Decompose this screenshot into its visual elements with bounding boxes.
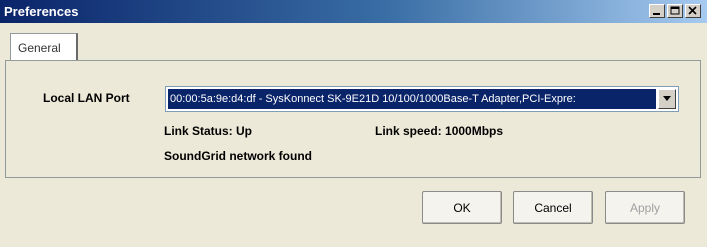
ok-button[interactable]: OK — [422, 191, 502, 224]
local-lan-port-select[interactable]: 00:00:5a:9e:d4:df - SysKonnect SK-9E21D … — [165, 86, 679, 112]
tab-general[interactable]: General — [10, 33, 78, 60]
preferences-window: Preferences General Local LAN Port 00:00… — [0, 0, 707, 247]
maximize-icon — [670, 6, 680, 15]
minimize-button[interactable] — [649, 4, 665, 18]
local-lan-port-value: 00:00:5a:9e:d4:df - SysKonnect SK-9E21D … — [168, 89, 656, 109]
network-status-text: SoundGrid network found — [164, 149, 312, 163]
link-speed-text: Link speed: 1000Mbps — [375, 124, 504, 138]
close-icon — [688, 6, 697, 15]
close-button[interactable] — [685, 4, 701, 18]
maximize-button[interactable] — [667, 4, 683, 18]
title-bar[interactable]: Preferences — [0, 0, 707, 23]
link-status-text: Link Status: Up — [164, 124, 253, 138]
minimize-icon — [653, 13, 660, 15]
tab-general-label: General — [18, 41, 61, 55]
cancel-button[interactable]: Cancel — [513, 191, 593, 224]
dropdown-button[interactable] — [658, 89, 676, 109]
apply-button[interactable]: Apply — [605, 191, 685, 224]
window-title: Preferences — [4, 4, 79, 19]
chevron-down-icon — [663, 96, 671, 101]
local-lan-port-label: Local LAN Port — [43, 91, 130, 105]
window-controls — [649, 4, 701, 18]
general-panel: Local LAN Port 00:00:5a:9e:d4:df - SysKo… — [5, 60, 701, 178]
tab-strip: General — [0, 23, 707, 61]
